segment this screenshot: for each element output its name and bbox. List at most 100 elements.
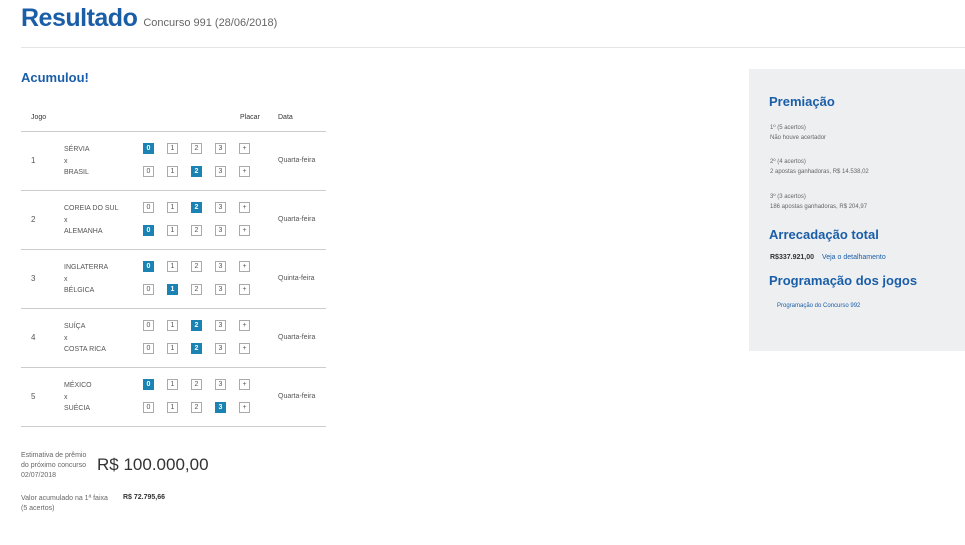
score-option[interactable]: + — [239, 225, 250, 236]
score-option[interactable]: 0 — [143, 143, 154, 154]
game-number: 2 — [31, 215, 36, 224]
score-option[interactable]: 1 — [167, 225, 178, 236]
game-number: 5 — [31, 392, 36, 401]
away-team: COSTA RICA — [64, 346, 106, 353]
vs-label: x — [64, 158, 68, 165]
score-option[interactable]: 0 — [143, 402, 154, 413]
score-option[interactable]: + — [239, 379, 250, 390]
score-option[interactable]: 0 — [143, 284, 154, 295]
score-option[interactable]: 0 — [143, 202, 154, 213]
away-team: BÉLGICA — [64, 287, 95, 294]
vs-label: x — [64, 217, 68, 224]
score-option[interactable]: 2 — [191, 143, 202, 154]
score-option[interactable]: 1 — [167, 284, 178, 295]
score-option[interactable]: 3 — [215, 284, 226, 295]
score-option[interactable]: 3 — [215, 143, 226, 154]
estimate-date: 02/07/2018 — [21, 472, 57, 479]
vs-label: x — [64, 335, 68, 342]
accumulated-label-line: (5 acertos) — [21, 505, 55, 512]
arrecadacao-value: R$337.921,00 — [770, 254, 814, 261]
score-picker: 0 1 2 3 + — [143, 320, 250, 331]
score-option[interactable]: 2 — [191, 343, 202, 354]
score-option[interactable]: 1 — [167, 320, 178, 331]
score-option[interactable]: 1 — [167, 343, 178, 354]
prize-detail: Não houve acertador — [770, 135, 827, 141]
score-option[interactable]: + — [239, 143, 250, 154]
home-team: MÉXICO — [64, 382, 92, 389]
page-header: Resultado Concurso 991 (28/06/2018) — [21, 4, 277, 33]
detail-link[interactable]: Veja o detalhamento — [822, 254, 886, 261]
prize-tier: 1º (5 acertos) — [770, 125, 806, 131]
table-row: 2 COREIA DO SUL x ALEMANHA 0 1 2 3 +0 1 2 3 + Quarta-… — [21, 191, 326, 250]
score-option[interactable]: 3 — [215, 202, 226, 213]
score-option[interactable]: 1 — [167, 202, 178, 213]
arrecadacao-title: Arrecadação total — [769, 227, 879, 242]
score-option[interactable]: 1 — [167, 379, 178, 390]
score-option[interactable]: 3 — [215, 166, 226, 177]
score-option[interactable]: 2 — [191, 261, 202, 272]
score-option[interactable]: 1 — [167, 166, 178, 177]
prize-tier: 3º (3 acertos) — [770, 194, 806, 200]
game-date: Quarta-feira — [278, 393, 316, 400]
header-jogo: Jogo — [31, 114, 47, 121]
score-option[interactable]: 2 — [191, 320, 202, 331]
score-picker: 0 1 2 3 + — [143, 166, 250, 177]
estimate-label-line: Estimativa de prêmio — [21, 452, 87, 459]
score-option[interactable]: 1 — [167, 261, 178, 272]
score-picker: 0 1 2 3 + — [143, 202, 250, 213]
game-number: 1 — [31, 156, 36, 165]
estimate-label: Estimativa de prêmio do próximo concurso… — [21, 451, 96, 481]
prize-1: 1º (5 acertos) Não houve acertador — [770, 123, 826, 143]
table-header: Jogo Placar Data — [21, 110, 326, 132]
prize-3: 3º (3 acertos) 186 apostas ganhadoras, R… — [770, 192, 867, 212]
score-option[interactable]: 2 — [191, 202, 202, 213]
score-option[interactable]: 3 — [215, 225, 226, 236]
score-option[interactable]: 3 — [215, 320, 226, 331]
score-option[interactable]: 3 — [215, 402, 226, 413]
result-status: Acumulou! — [21, 70, 89, 85]
header-placar: Placar — [240, 114, 260, 121]
results-table: Jogo Placar Data 1 SÉRVIA x BRASIL 0 1 2 3 +0 1 2 3… — [21, 110, 326, 427]
score-option[interactable]: 0 — [143, 379, 154, 390]
score-option[interactable]: + — [239, 402, 250, 413]
accumulated-label: Valor acumulado na 1ª faixa (5 acertos) — [21, 494, 121, 514]
game-date: Quarta-feira — [278, 334, 316, 341]
home-team: INGLATERRA — [64, 264, 109, 271]
score-option[interactable]: 0 — [143, 261, 154, 272]
score-option[interactable]: 2 — [191, 225, 202, 236]
table-row: 5 MÉXICO x SUÉCIA 0 1 2 3 +0 1 2 3 + Quarta-feira — [21, 368, 326, 427]
game-number: 3 — [31, 274, 36, 283]
score-option[interactable]: 0 — [143, 320, 154, 331]
score-picker: 0 1 2 3 + — [143, 225, 250, 236]
score-option[interactable]: + — [239, 166, 250, 177]
header-data: Data — [278, 114, 293, 121]
score-option[interactable]: 0 — [143, 166, 154, 177]
programacao-link[interactable]: Programação do Concurso 992 — [777, 301, 860, 311]
score-option[interactable]: 2 — [191, 284, 202, 295]
vs-label: x — [64, 276, 68, 283]
score-picker: 0 1 2 3 + — [143, 143, 250, 154]
score-option[interactable]: 2 — [191, 379, 202, 390]
prize-2: 2º (4 acertos) 2 apostas ganhadoras, R$ … — [770, 157, 869, 177]
score-option[interactable]: 3 — [215, 343, 226, 354]
score-option[interactable]: + — [239, 261, 250, 272]
score-option[interactable]: + — [239, 284, 250, 295]
sidebar-panel: Premiação 1º (5 acertos) Não houve acert… — [749, 69, 965, 351]
score-option[interactable]: 2 — [191, 166, 202, 177]
score-option[interactable]: 3 — [215, 261, 226, 272]
contest-subtitle: Concurso 991 (28/06/2018) — [143, 17, 278, 29]
away-team: BRASIL — [64, 169, 89, 176]
score-option[interactable]: 1 — [167, 143, 178, 154]
score-option[interactable]: 0 — [143, 343, 154, 354]
home-team: COREIA DO SUL — [64, 205, 119, 212]
score-picker: 0 1 2 3 + — [143, 261, 250, 272]
score-option[interactable]: 1 — [167, 402, 178, 413]
table-body: 1 SÉRVIA x BRASIL 0 1 2 3 +0 1 2 3 + Quarta-feira 2 COR… — [21, 132, 326, 427]
score-option[interactable]: 0 — [143, 225, 154, 236]
score-option[interactable]: 2 — [191, 402, 202, 413]
score-option[interactable]: 3 — [215, 379, 226, 390]
score-option[interactable]: + — [239, 343, 250, 354]
game-date: Quinta-feira — [278, 275, 315, 282]
score-option[interactable]: + — [239, 320, 250, 331]
score-option[interactable]: + — [239, 202, 250, 213]
